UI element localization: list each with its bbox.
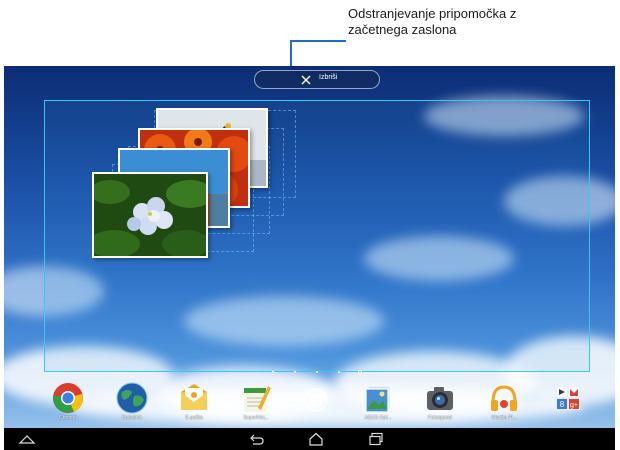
dock-app-label: Glasba Pl...	[491, 415, 517, 421]
dock-app-label: Chrome	[59, 415, 77, 421]
google-apps-folder-icon: 8 g+	[556, 386, 580, 410]
page-dot-current[interactable]	[358, 370, 362, 374]
dock-app-label: Fotoaparat	[427, 415, 453, 421]
email-icon	[181, 384, 207, 410]
home-screen: Izbriši Chrome Brskalnik E-pošta SuperNo…	[4, 66, 615, 450]
back-icon[interactable]	[248, 432, 266, 446]
all-apps-icon	[304, 388, 328, 412]
page-dot[interactable]	[272, 371, 274, 373]
callout-annotation: Odstranjevanje pripomočka z začetnega za…	[348, 6, 608, 38]
callout-connector-horizontal	[290, 40, 346, 42]
remove-drop-target[interactable]: Izbriši	[254, 70, 380, 89]
headphones-icon	[491, 385, 517, 411]
chrome-icon	[52, 383, 83, 413]
supernote-icon	[244, 386, 271, 412]
system-navigation-bar	[4, 428, 615, 450]
gallery-icon	[365, 385, 391, 413]
page-dot[interactable]	[338, 371, 340, 373]
home-icon[interactable]	[307, 432, 325, 446]
browser-globe-icon	[116, 382, 148, 414]
callout-line-2: začetnega zaslona	[348, 22, 457, 37]
dock-app-label: SuperNot...	[243, 415, 269, 421]
chevron-up-icon[interactable]	[18, 432, 36, 446]
tablet-home-screen-figure: Odstranjevanje pripomočka z začetnega za…	[0, 0, 620, 450]
camera-icon	[427, 387, 453, 410]
widget-photo-hydrangea	[92, 172, 208, 258]
page-dot[interactable]	[316, 371, 318, 373]
svg-text:g+: g+	[570, 402, 578, 409]
remove-label: Izbriši	[319, 74, 338, 81]
svg-text:8: 8	[560, 400, 565, 409]
dock-app-label: Brskalnik	[121, 415, 143, 421]
recent-apps-icon[interactable]	[367, 432, 385, 446]
dock-app-label: ASUS Gal...	[364, 415, 392, 421]
callout-line-1: Odstranjevanje pripomočka z	[348, 6, 517, 21]
dock-app-label: E-pošta	[185, 415, 203, 421]
close-icon	[301, 75, 311, 85]
page-dot[interactable]	[294, 371, 296, 373]
